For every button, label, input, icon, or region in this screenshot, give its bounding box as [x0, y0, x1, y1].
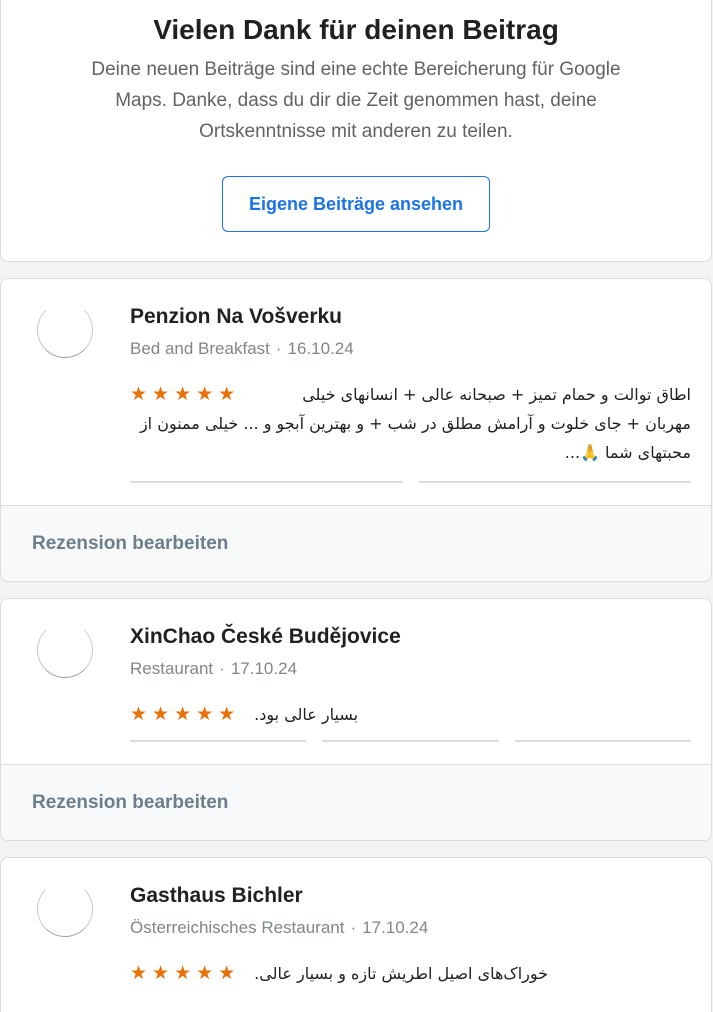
- view-contributions-button[interactable]: Eigene Beiträge ansehen: [222, 176, 490, 232]
- thanks-title: Vielen Dank für deinen Beitrag: [153, 14, 559, 45]
- photo-strip: [130, 739, 691, 742]
- place-avatar: [37, 622, 93, 678]
- place-name[interactable]: Penzion Na Vošverku: [130, 305, 342, 329]
- place-meta: Bed and Breakfast · 16.10.24: [130, 339, 354, 358]
- review-rating: ★★★★★ اطاق توالت و حمام تمیز + صبحانه عا…: [130, 380, 691, 467]
- photo-placeholder[interactable]: [514, 739, 691, 742]
- place-name[interactable]: Gasthaus Bichler: [130, 884, 303, 908]
- place-category: Österreichisches Restaurant: [130, 918, 345, 937]
- place-category: Restaurant: [130, 659, 214, 678]
- review-card: Gasthaus Bichler Österreichisches Restau…: [0, 857, 712, 1012]
- thanks-card: Vielen Dank für deinen Beitrag Deine neu…: [0, 0, 712, 262]
- review-rating: ★★★★★ بسیار عالی بود.: [130, 700, 691, 729]
- star-rating-icon: ★★★★★: [130, 384, 241, 405]
- star-rating-icon: ★★★★★: [130, 704, 241, 725]
- photo-placeholder[interactable]: [418, 480, 691, 483]
- review-footer: Rezension bearbeiten: [1, 505, 711, 581]
- review-date: 17.10.24: [362, 918, 429, 937]
- thanks-message: Deine neuen Beiträge sind eine echte Ber…: [91, 59, 621, 142]
- review-footer: Rezension bearbeiten: [1, 764, 711, 840]
- place-name[interactable]: XinChao České Budějovice: [130, 625, 401, 649]
- review-date: 16.10.24: [287, 339, 354, 358]
- review-rating: ★★★★★ خوراک‌های اصیل اطریش تازه و بسیار …: [130, 959, 691, 988]
- photo-placeholder[interactable]: [130, 739, 307, 742]
- review-card: Penzion Na Vošverku Bed and Breakfast · 16…: [0, 278, 712, 582]
- review-date: 17.10.24: [230, 659, 298, 678]
- photo-placeholder[interactable]: [130, 480, 403, 483]
- photo-strip: [130, 480, 691, 483]
- edit-review-button[interactable]: Rezension bearbeiten: [32, 533, 228, 555]
- place-avatar: [37, 302, 93, 358]
- place-avatar: [37, 881, 93, 937]
- photo-placeholder[interactable]: [322, 739, 499, 742]
- review-card: XinChao České Budějovice Restaurant · 17.1…: [0, 598, 712, 841]
- star-rating-icon: ★★★★★: [130, 963, 241, 984]
- place-meta: Österreichisches Restaurant · 17.10.24: [130, 918, 429, 937]
- place-meta: Restaurant · 17.10.24: [130, 659, 298, 678]
- place-category: Bed and Breakfast: [130, 339, 270, 358]
- edit-review-button[interactable]: Rezension bearbeiten: [32, 792, 228, 814]
